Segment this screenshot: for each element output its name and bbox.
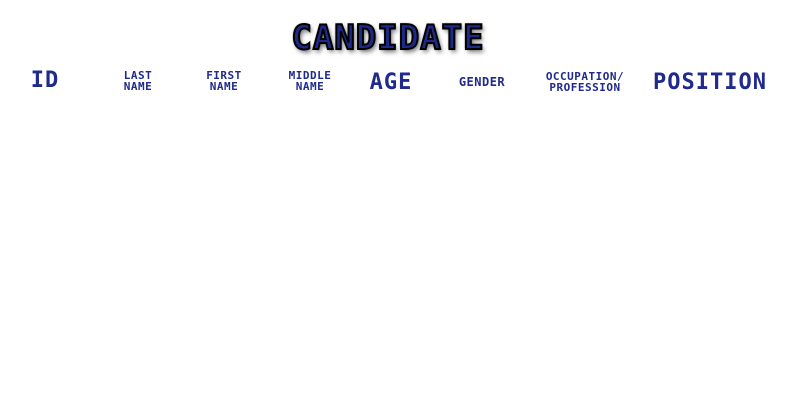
column-header-middle-name: MIDDLE NAME xyxy=(280,70,340,92)
column-header-last-name: LAST NAME xyxy=(110,70,166,92)
column-header-last-name-line2: NAME xyxy=(123,80,153,93)
column-header-first-name-line2: NAME xyxy=(209,80,239,93)
column-header-id: ID xyxy=(30,68,60,93)
column-header-first-name: FIRST NAME xyxy=(196,70,252,92)
page-title: CANDIDATE xyxy=(290,17,485,59)
column-header-middle-name-line2: NAME xyxy=(295,80,325,93)
column-header-position: POSITION xyxy=(653,70,767,95)
column-header-occupation-line2: PROFESSION xyxy=(549,81,621,94)
column-header-gender: GENDER xyxy=(458,75,506,89)
column-header-age: AGE xyxy=(369,70,413,95)
column-header-occupation: OCCUPATION/ PROFESSION xyxy=(530,71,640,93)
